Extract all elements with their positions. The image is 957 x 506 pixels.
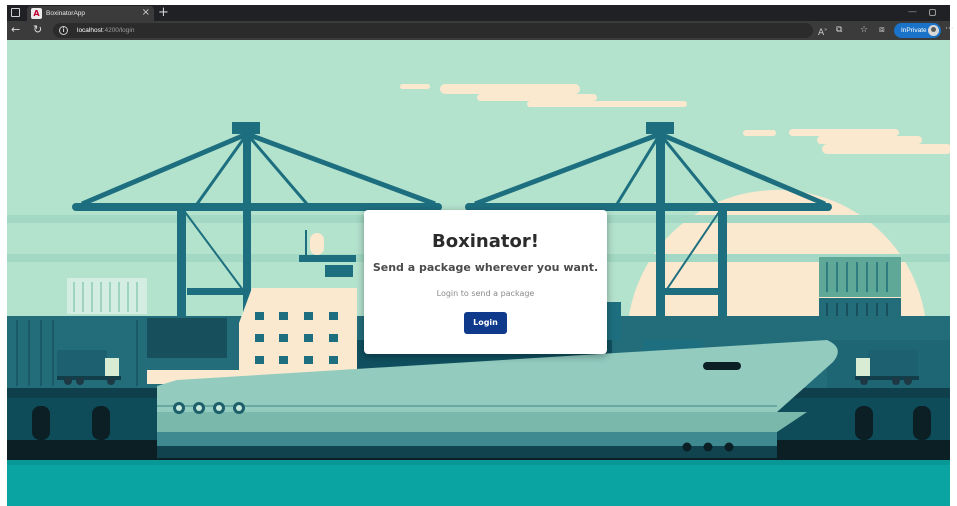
reload-icon[interactable]: ↻	[33, 22, 42, 38]
login-card: Boxinator! Send a package wherever you w…	[364, 210, 607, 354]
inprivate-label: InPrivate	[901, 27, 927, 34]
login-button[interactable]: Login	[464, 312, 507, 334]
collections-icon[interactable]: ⧈	[879, 24, 885, 37]
url-path: :4200/login	[102, 27, 135, 34]
profile-avatar-icon[interactable]	[928, 25, 939, 36]
login-title: Boxinator!	[432, 231, 539, 252]
tab-title: BoxinatorApp	[46, 10, 86, 17]
login-hint: Login to send a package	[436, 289, 535, 298]
tab-strip: A BoxinatorApp × + —	[7, 5, 950, 21]
url-text: localhost:4200/login	[77, 25, 134, 36]
inprivate-badge[interactable]: InPrivate	[894, 23, 941, 38]
close-tab-icon[interactable]: ×	[142, 7, 150, 19]
angular-favicon-icon: A	[31, 8, 42, 19]
window-icon[interactable]	[11, 8, 20, 17]
browser-toolbar: ← ↻ i localhost:4200/login A» ⧉ ☆ ⧈ InPr…	[7, 21, 954, 40]
minimize-icon[interactable]: —	[908, 5, 917, 19]
favorites-icon[interactable]: ☆	[860, 24, 868, 37]
read-aloud-icon[interactable]: A»	[818, 24, 827, 40]
restore-icon[interactable]	[929, 9, 936, 16]
tab-boxinatorapp[interactable]: A BoxinatorApp ×	[27, 6, 154, 21]
back-arrow-icon[interactable]: ←	[11, 22, 20, 38]
browser-window: A BoxinatorApp × + — ← ↻ i localhost:420…	[7, 5, 954, 506]
container-stack-left	[67, 278, 147, 314]
more-icon[interactable]: ···	[945, 23, 954, 36]
extensions-icon[interactable]: ⧉	[836, 24, 842, 37]
water	[7, 460, 950, 506]
address-bar[interactable]: i localhost:4200/login	[53, 23, 813, 38]
page-content: Boxinator! Send a package wherever you w…	[7, 40, 950, 506]
url-host: localhost	[77, 27, 103, 34]
login-subtitle: Send a package wherever you want.	[372, 261, 599, 274]
new-tab-icon[interactable]: +	[158, 5, 169, 20]
info-icon[interactable]: i	[59, 26, 68, 35]
